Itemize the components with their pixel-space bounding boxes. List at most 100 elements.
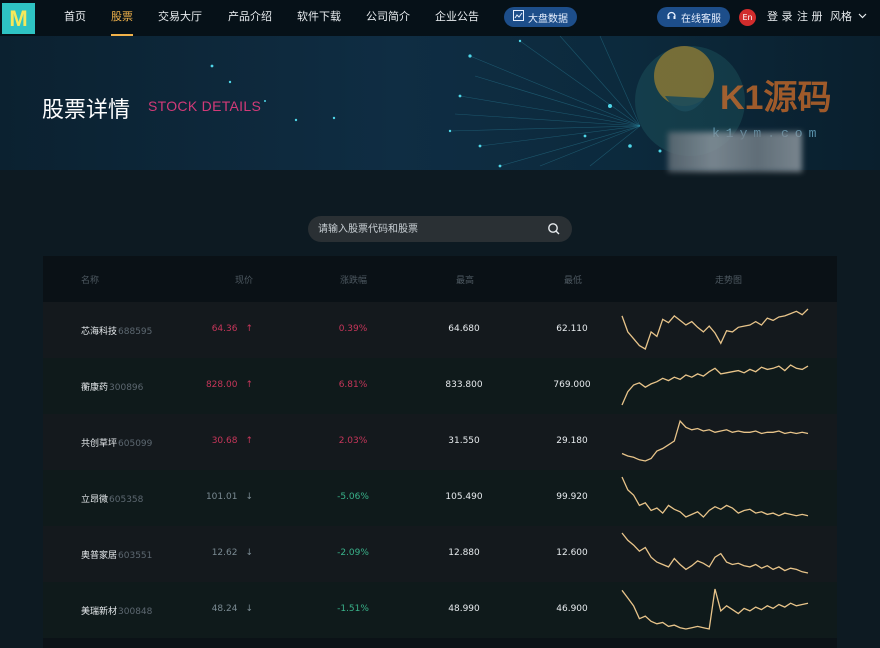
stock-name-text: 立昂微 xyxy=(81,495,109,505)
stock-change: 2.03% xyxy=(338,436,368,446)
stock-price: 12.62 ↓ xyxy=(173,548,253,558)
trend-sparkline xyxy=(621,308,809,350)
search-input[interactable] xyxy=(318,216,538,242)
search-icon[interactable] xyxy=(546,221,562,237)
stock-change: 0.39% xyxy=(338,324,368,334)
stock-high: 31.550 xyxy=(448,436,480,446)
arrow-up-icon: ↑ xyxy=(245,324,253,334)
trend-line xyxy=(621,532,809,574)
stock-name-text: 芯海科技 xyxy=(81,327,118,337)
stock-code: 605099 xyxy=(118,439,153,449)
table-row[interactable]: 奥普家居603551 12.62 ↓ -2.09% 12.880 12.600 xyxy=(43,526,837,582)
header-low: 最低 xyxy=(564,276,583,286)
page-subtitle: STOCK DETAILS xyxy=(148,98,262,114)
trend-sparkline xyxy=(621,588,809,630)
market-data-button[interactable]: 大盘数据 xyxy=(504,7,577,27)
trend-sparkline xyxy=(621,419,809,462)
header-name: 名称 xyxy=(81,276,100,286)
stock-high: 833.800 xyxy=(445,380,483,390)
nav-item-products[interactable]: 产品介绍 xyxy=(228,0,272,36)
register-link[interactable]: 注 册 xyxy=(797,0,823,36)
nav-item-about[interactable]: 公司简介 xyxy=(366,0,410,36)
stock-name[interactable]: 共创草坪605099 xyxy=(81,436,152,449)
stock-name-text: 蘅康药 xyxy=(81,383,109,393)
stock-low: 12.600 xyxy=(556,548,588,558)
stock-name[interactable]: 立昂微605358 xyxy=(81,492,143,505)
arrow-up-icon: ↑ xyxy=(245,436,253,446)
stock-low: 99.920 xyxy=(556,492,588,502)
header-price: 现价 xyxy=(235,276,254,286)
stock-price-value: 64.36 xyxy=(211,324,238,334)
login-link[interactable]: 登 录 xyxy=(767,0,793,36)
nav-item-trading-hall[interactable]: 交易大厅 xyxy=(158,0,202,36)
trend-line xyxy=(621,588,809,630)
table-header: 名称 现价 涨跌幅 最高 最低 走势图 xyxy=(43,256,837,302)
nav-item-home[interactable]: 首页 xyxy=(64,0,86,36)
table-row[interactable]: 共创草坪605099 30.68 ↑ 2.03% 31.550 29.180 xyxy=(43,414,837,470)
stock-search xyxy=(308,216,572,242)
stock-low: 62.110 xyxy=(556,324,588,334)
stock-high: 64.680 xyxy=(448,324,480,334)
headset-icon xyxy=(666,10,677,24)
stock-name-text: 奥普家居 xyxy=(81,551,118,561)
stock-name[interactable]: 美瑞新材300848 xyxy=(81,604,152,617)
header-trend: 走势图 xyxy=(715,276,743,286)
arrow-down-icon: ↓ xyxy=(245,604,253,614)
nav-item-download[interactable]: 软件下载 xyxy=(297,0,341,36)
nav-item-stocks[interactable]: 股票 xyxy=(111,0,133,36)
language-toggle[interactable]: En xyxy=(739,9,756,26)
table-row[interactable]: 蘅康药300896 828.00 ↑ 6.81% 833.800 769.000 xyxy=(43,358,837,414)
nav-item-notices[interactable]: 企业公告 xyxy=(435,0,479,36)
trend-sparkline xyxy=(621,364,809,406)
stock-high: 48.990 xyxy=(448,604,480,614)
header-change: 涨跌幅 xyxy=(340,276,368,286)
chevron-down-icon xyxy=(858,0,867,34)
stock-price-value: 101.01 xyxy=(205,492,238,502)
arrow-up-icon: ↑ xyxy=(245,380,253,390)
stock-change: -2.09% xyxy=(337,548,369,558)
trend-line xyxy=(621,364,809,406)
stock-price: 30.68 ↑ xyxy=(173,436,253,446)
logo[interactable]: M xyxy=(2,3,35,34)
watermark-logo: K1源码 xyxy=(720,79,832,117)
stock-price: 64.36 ↑ xyxy=(173,324,253,334)
stock-price: 48.24 ↓ xyxy=(173,604,253,614)
top-nav: M 首页 股票 交易大厅 产品介绍 软件下载 公司简介 企业公告 大盘数据 在线… xyxy=(0,0,880,36)
stock-name[interactable]: 蘅康药300896 xyxy=(81,380,143,393)
style-dropdown[interactable]: 风格 xyxy=(830,0,867,36)
arrow-down-icon: ↓ xyxy=(245,548,253,558)
table-row[interactable]: 芯海科技688595 64.36 ↑ 0.39% 64.680 62.110 xyxy=(43,302,837,358)
style-label: 风格 xyxy=(830,10,852,23)
trend-line xyxy=(621,308,809,350)
online-service-button[interactable]: 在线客服 xyxy=(657,7,730,27)
stock-name[interactable]: 奥普家居603551 xyxy=(81,548,152,561)
stock-name[interactable]: 芯海科技688595 xyxy=(81,324,152,337)
header-high: 最高 xyxy=(456,276,475,286)
stock-table: 名称 现价 涨跌幅 最高 最低 走势图 芯海科技688595 64.36 ↑ 0.39… xyxy=(43,256,837,648)
stock-low: 769.000 xyxy=(553,380,591,390)
stock-code: 300848 xyxy=(118,607,153,617)
table-row[interactable]: 立昂微605358 101.01 ↓ -5.06% 105.490 99.920 xyxy=(43,470,837,526)
stock-price: 101.01 ↓ xyxy=(173,492,253,502)
trend-sparkline xyxy=(621,532,809,574)
online-service-label: 在线客服 xyxy=(681,13,721,25)
stock-code: 603551 xyxy=(118,551,153,561)
stock-price-value: 12.62 xyxy=(211,548,238,558)
stock-change: 6.81% xyxy=(338,380,368,390)
trend-line xyxy=(621,419,809,462)
stock-price-value: 48.24 xyxy=(211,604,238,614)
stock-name-text: 美瑞新材 xyxy=(81,607,118,617)
stock-price: 828.00 ↑ xyxy=(173,380,253,390)
page-title: 股票详情 xyxy=(42,98,131,123)
stock-change: -1.51% xyxy=(337,604,369,614)
stock-code: 300896 xyxy=(109,383,144,393)
chart-icon xyxy=(513,10,524,24)
stock-high: 105.490 xyxy=(445,492,483,502)
stock-high: 12.880 xyxy=(448,548,480,558)
market-data-label: 大盘数据 xyxy=(528,13,568,25)
stock-change: -5.06% xyxy=(337,492,369,502)
stock-price-value: 30.68 xyxy=(211,436,238,446)
table-row[interactable]: 美瑞新材300848 48.24 ↓ -1.51% 48.990 46.900 xyxy=(43,582,837,638)
trend-line xyxy=(621,476,809,518)
trend-sparkline xyxy=(621,476,809,518)
